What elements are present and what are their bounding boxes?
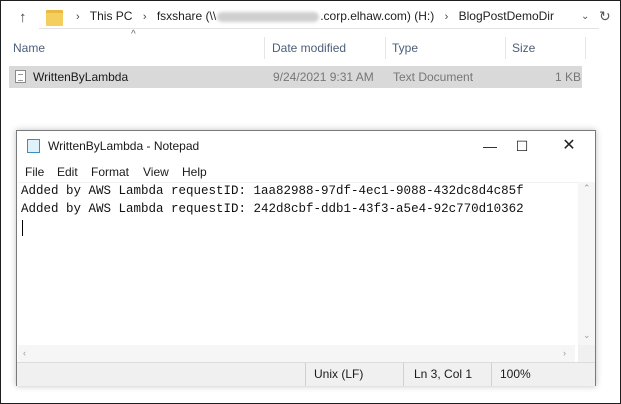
menu-format[interactable]: Format [91, 165, 129, 179]
close-button[interactable]: ✕ [552, 135, 586, 157]
breadcrumb-share[interactable]: fsxshare (\\ .corp.elhaw.com) (H:) [157, 9, 434, 23]
notepad-icon [27, 139, 40, 153]
chevron-right-icon: › [444, 11, 449, 23]
explorer-window: ↑ › This PC › fsxshare (\\ .corp.elhaw.co… [0, 0, 621, 404]
menu-help[interactable]: Help [182, 165, 207, 179]
menu-bar: File Edit Format View Help [17, 162, 595, 182]
notepad-title: WrittenByLambda - Notepad [48, 139, 200, 153]
status-zoom: 100% [491, 363, 561, 386]
column-header-size[interactable]: Size [507, 37, 586, 59]
breadcrumb-folder[interactable]: BlogPostDemoDir [459, 9, 554, 23]
column-header-date-modified[interactable]: Date modified [267, 37, 386, 59]
maximize-button[interactable]: ☐ [505, 135, 539, 157]
text-line: Added by AWS Lambda requestID: 242d8cbf-… [21, 202, 524, 216]
file-date-modified: 9/24/2021 9:31 AM [273, 70, 374, 84]
breadcrumb: › This PC › fsxshare (\\ .corp.elhaw.com)… [69, 9, 554, 23]
scrollbar-corner [578, 345, 595, 362]
folder-icon [46, 10, 63, 26]
breadcrumb-share-prefix: fsxshare (\\ [156, 9, 217, 23]
address-bar: ↑ › This PC › fsxshare (\\ .corp.elhaw.co… [1, 1, 620, 35]
vertical-scrollbar[interactable]: ⌃ ⌄ [578, 182, 595, 346]
redacted-hostname [217, 11, 320, 22]
chevron-right-icon: › [76, 11, 80, 23]
up-arrow-icon[interactable]: ↑ [19, 9, 27, 26]
status-bar: Unix (LF) Ln 3, Col 1 100% [17, 362, 595, 386]
scroll-up-icon[interactable]: ⌃ [583, 183, 591, 194]
column-header-type[interactable]: Type [387, 37, 506, 59]
menu-file[interactable]: File [25, 165, 44, 179]
horizontal-scrollbar[interactable]: ‹ › [18, 345, 575, 362]
minimize-button[interactable]: — [473, 135, 507, 157]
breadcrumb-this-pc[interactable]: This PC [90, 9, 133, 23]
text-document-icon [15, 70, 26, 83]
chevron-down-icon[interactable]: ⌄ [581, 11, 589, 22]
text-editor[interactable]: Added by AWS Lambda requestID: 1aa82988-… [18, 182, 592, 363]
menu-view[interactable]: View [143, 165, 169, 179]
chevron-right-icon: › [142, 11, 147, 23]
breadcrumb-share-suffix: .corp.elhaw.com) (H:) [320, 9, 435, 23]
file-name: WrittenByLambda [33, 70, 129, 84]
menu-edit[interactable]: Edit [57, 165, 78, 179]
file-size: 1 KB [555, 70, 582, 84]
scroll-left-icon[interactable]: ‹ [23, 348, 26, 358]
notepad-title-bar[interactable]: WrittenByLambda - Notepad — ☐ ✕ [17, 131, 595, 161]
file-row[interactable]: WrittenByLambda 9/24/2021 9:31 AM Text D… [9, 66, 582, 88]
scroll-right-icon[interactable]: › [563, 348, 566, 358]
notepad-window: WrittenByLambda - Notepad — ☐ ✕ File Edi… [16, 130, 596, 386]
text-line: Added by AWS Lambda requestID: 1aa82988-… [21, 184, 524, 198]
column-header-name[interactable]: Name [8, 37, 265, 59]
status-cursor-position: Ln 3, Col 1 [403, 363, 491, 386]
status-line-ending: Unix (LF) [305, 363, 391, 386]
text-caret [22, 220, 23, 236]
scroll-down-icon[interactable]: ⌄ [583, 330, 591, 341]
address-field[interactable]: › This PC › fsxshare (\\ .corp.elhaw.com)… [39, 6, 599, 29]
refresh-icon[interactable]: ↻ [599, 8, 611, 25]
column-header-row: Name Date modified Type Size [1, 37, 620, 59]
file-type: Text Document [393, 70, 474, 84]
